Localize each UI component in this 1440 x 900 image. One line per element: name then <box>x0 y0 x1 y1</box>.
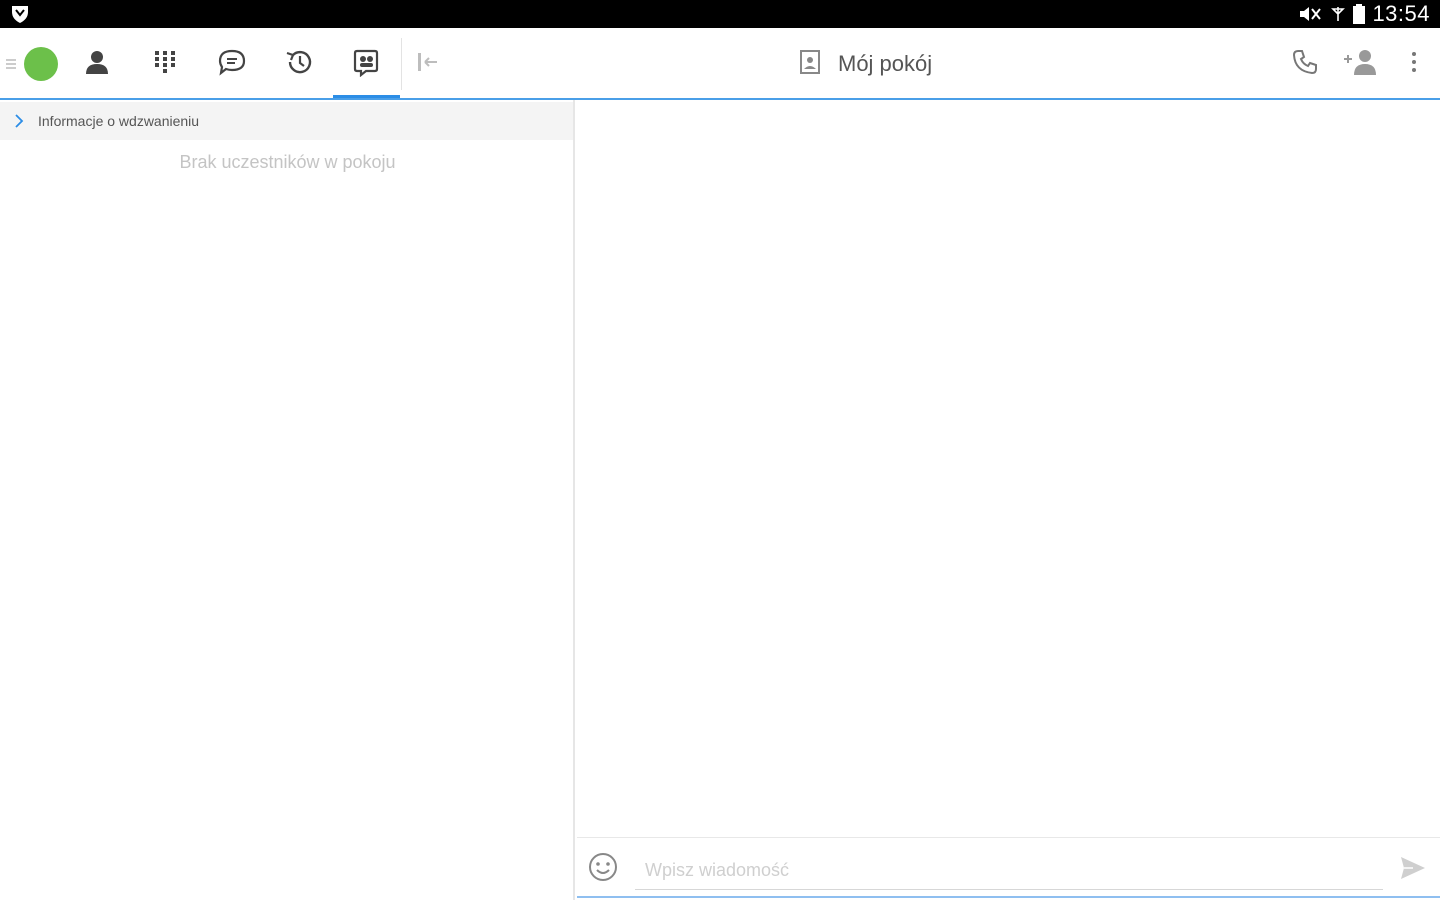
participants-panel: Informacje o wdzwanieniu Brak uczestnikó… <box>0 100 575 900</box>
more-options-button[interactable] <box>1394 44 1434 84</box>
contact-person-icon <box>83 48 111 81</box>
status-bar: 13:54 <box>0 0 1440 28</box>
active-tab-indicator <box>333 95 400 98</box>
presence-status-avatar[interactable] <box>24 47 58 81</box>
collapse-panel-button[interactable] <box>408 44 448 84</box>
drawer-handle-icon[interactable] <box>6 57 16 71</box>
toolbar-divider <box>401 38 402 90</box>
dialpad-icon <box>152 49 178 80</box>
mute-icon <box>1298 4 1324 24</box>
call-button[interactable] <box>1285 44 1325 84</box>
phone-icon <box>1291 48 1319 81</box>
shield-app-icon <box>8 3 32 25</box>
more-vert-icon <box>1411 51 1417 78</box>
room-icon <box>796 48 824 81</box>
room-title-area: Mój pokój <box>796 46 932 82</box>
chat-area <box>577 100 1440 900</box>
tab-history[interactable] <box>279 44 319 84</box>
message-composer <box>577 837 1440 898</box>
battery-icon <box>1352 3 1366 25</box>
smiley-icon <box>587 851 619 888</box>
tab-chats[interactable] <box>212 44 252 84</box>
tab-meeting-room[interactable] <box>346 44 386 84</box>
meeting-room-icon <box>352 47 380 82</box>
message-input[interactable] <box>635 852 1383 890</box>
clock-time: 13:54 <box>1372 1 1430 26</box>
top-toolbar: Mój pokój <box>0 28 1440 100</box>
call-info-expander[interactable]: Informacje o wdzwanieniu <box>0 102 573 140</box>
call-info-label: Informacje o wdzwanieniu <box>38 113 200 129</box>
collapse-panel-icon <box>415 51 441 78</box>
send-arrow-icon <box>1399 855 1427 886</box>
add-participant-icon <box>1342 47 1380 82</box>
add-participant-button[interactable] <box>1339 44 1383 84</box>
send-button[interactable] <box>1395 852 1431 888</box>
room-title: Mój pokój <box>838 51 933 76</box>
tab-contacts[interactable] <box>77 44 117 84</box>
chat-bubble-icon <box>217 48 247 81</box>
no-participants-message: Brak uczestników w pokoju <box>179 152 396 172</box>
tab-dialpad[interactable] <box>145 44 185 84</box>
history-clock-icon <box>284 48 314 81</box>
no-signal-icon <box>1330 4 1346 24</box>
chevron-right-icon <box>0 102 38 140</box>
emoji-button[interactable] <box>586 852 620 886</box>
